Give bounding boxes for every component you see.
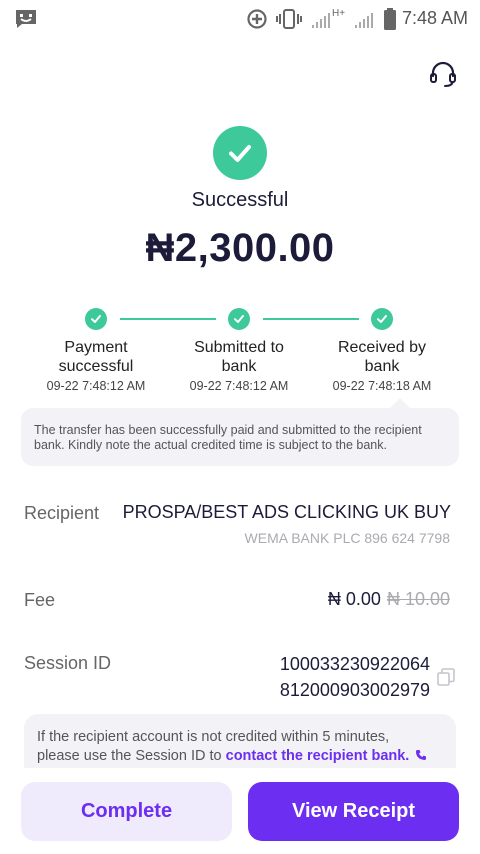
session-id-label: Session ID <box>24 653 112 673</box>
transaction-status: Successful <box>191 189 289 211</box>
step-connector-2 <box>263 318 359 320</box>
battery-icon <box>384 8 397 30</box>
fee-original: ₦ 10.00 <box>386 589 450 609</box>
transaction-amount: ₦2,300.00 <box>145 226 335 270</box>
check-icon <box>91 315 101 323</box>
signal-icon <box>312 13 330 28</box>
session-id-line: 100033230922064 <box>279 654 430 674</box>
step-label-line: Received by <box>337 339 427 356</box>
add-circle-icon <box>247 9 267 29</box>
copy-icon[interactable] <box>436 667 456 687</box>
network-type: H+ <box>332 7 346 19</box>
step-label-line: bank <box>221 358 257 375</box>
step-dot-payment <box>85 308 107 330</box>
transfer-note: The transfer has been successfully paid … <box>21 398 459 466</box>
fee-current: ₦ 0.00 <box>327 589 381 609</box>
recipient-name: PROSPA/BEST ADS CLICKING UK BUY <box>122 502 451 522</box>
session-id-line: 812000903002979 <box>279 680 430 700</box>
step-time-submitted: 09-22 7:48:12 AM <box>189 379 289 393</box>
fee-value: ₦ 0.00 ₦ 10.00 <box>328 589 450 610</box>
note-pointer <box>390 398 410 418</box>
complete-button[interactable]: Complete <box>21 782 232 841</box>
system-icons: H+ <box>246 6 397 32</box>
step-label-line: successful <box>58 358 134 375</box>
step-label-line: Submitted to <box>194 339 284 356</box>
view-receipt-button[interactable]: View Receipt <box>248 782 459 841</box>
step-dot-submitted <box>228 308 250 330</box>
step-time-payment: 09-22 7:48:12 AM <box>46 379 146 393</box>
message-icon <box>16 10 36 28</box>
phone-icon[interactable] <box>415 749 427 761</box>
recipient-bank: WEMA BANK PLC 896 624 7798 <box>244 530 450 546</box>
signal-icon-secondary <box>355 13 374 28</box>
info-line: If the recipient account is not credited… <box>37 729 390 745</box>
status-bar: H+ 7:48 AM <box>0 0 480 38</box>
note-line: The transfer has been successfully paid … <box>34 423 422 437</box>
step-label-received: Received by bank <box>317 338 447 376</box>
info-line-2: please use the Session ID to contact the… <box>37 747 442 766</box>
step-label-submitted: Submitted to bank <box>174 338 304 376</box>
success-badge <box>213 126 267 180</box>
headset-icon[interactable] <box>428 59 458 89</box>
check-icon <box>229 145 251 162</box>
recipient-label: Recipient <box>24 503 100 523</box>
step-label-payment: Payment successful <box>31 338 161 376</box>
info-text: please use the Session ID to <box>37 748 226 764</box>
vibrate-icon <box>276 9 302 29</box>
fee-label: Fee <box>24 590 56 610</box>
step-label-line: Payment <box>64 339 128 356</box>
step-time-received: 09-22 7:48:18 AM <box>332 379 432 393</box>
note-line: bank. Kindly note the actual credited ti… <box>34 438 387 452</box>
status-time: 7:48 AM <box>401 8 468 28</box>
step-dot-received <box>371 308 393 330</box>
check-icon <box>377 315 387 323</box>
session-id-value: 100033230922064 812000903002979 <box>230 651 430 703</box>
step-connector-1 <box>120 318 216 320</box>
check-icon <box>234 315 244 323</box>
step-label-line: bank <box>364 358 400 375</box>
contact-bank-link[interactable]: contact the recipient bank. <box>226 748 410 764</box>
